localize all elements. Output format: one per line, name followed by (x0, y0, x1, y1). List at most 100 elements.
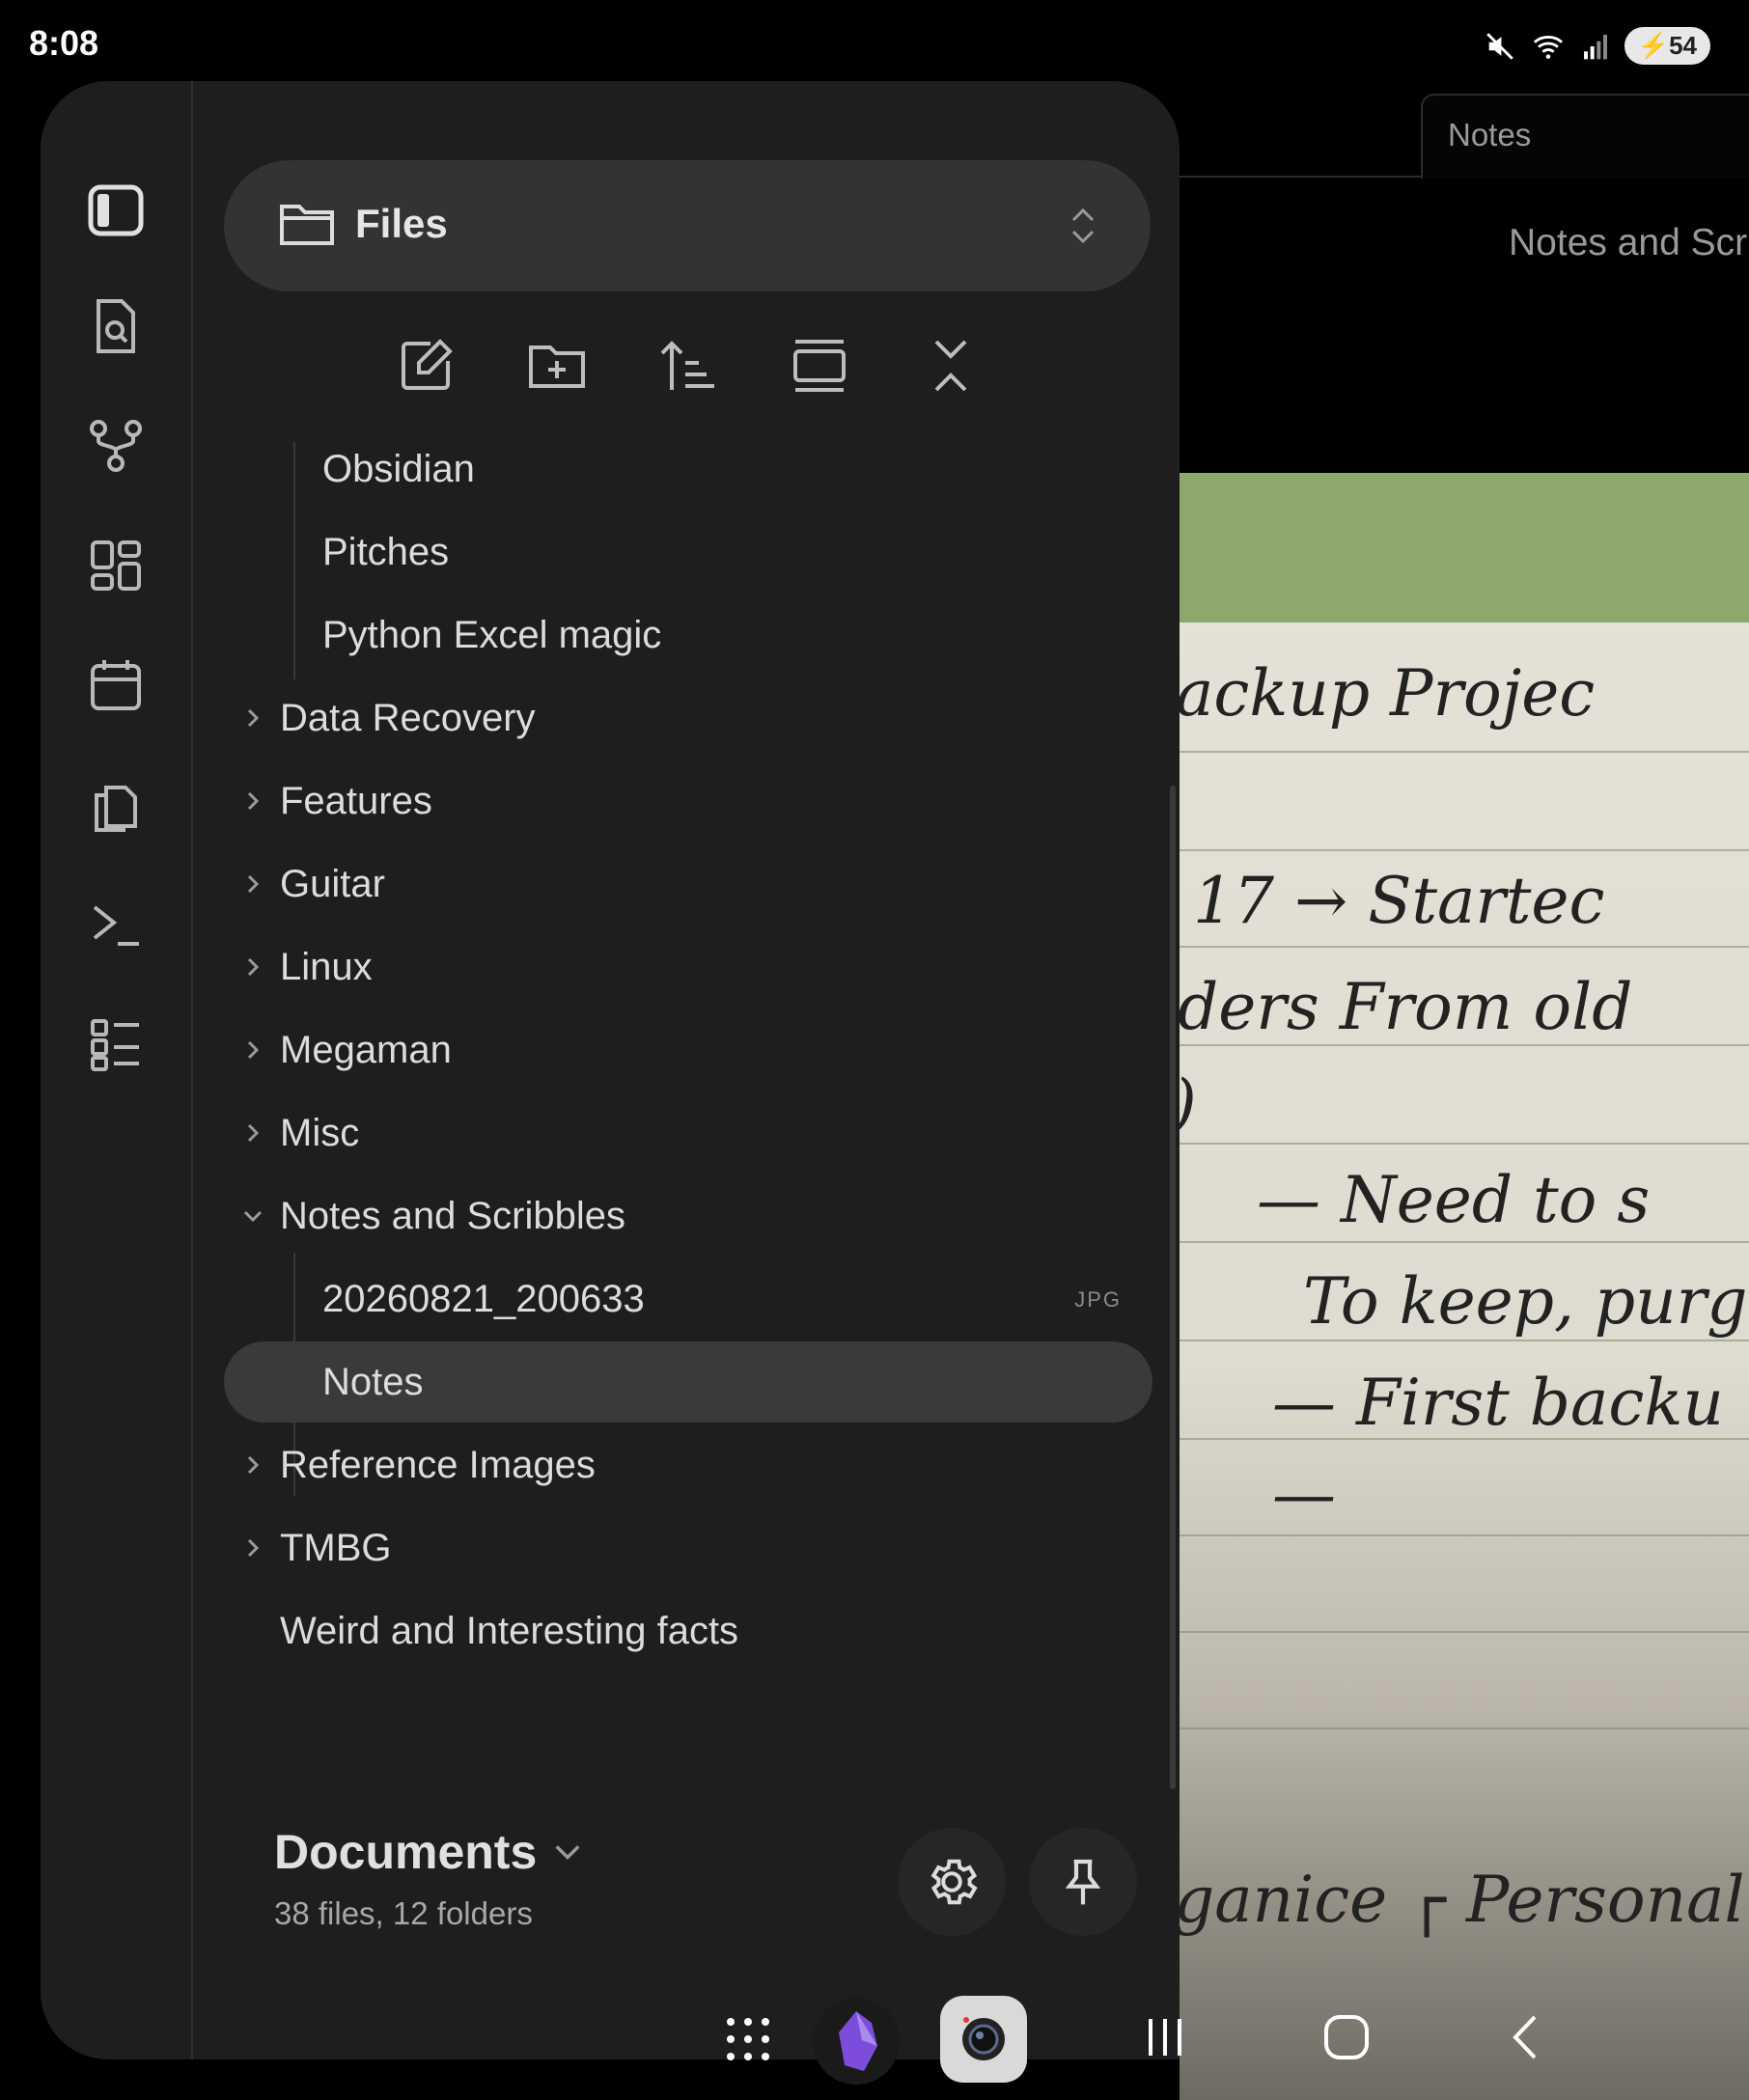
view-title: Files (355, 201, 448, 246)
tree-item-label: Data Recovery (280, 697, 536, 739)
embedded-image: ackup Projec 17 → Startec ders From old … (1180, 473, 1749, 2100)
battery-indicator: ⚡54 (1624, 27, 1710, 65)
tree-folder-megaman[interactable]: Megaman (224, 1009, 1152, 1091)
ruled-line (1180, 1727, 1749, 1729)
canvas-icon[interactable] (85, 535, 147, 596)
tree-folder-guitar[interactable]: Guitar (224, 843, 1152, 925)
battery-level: 54 (1669, 31, 1697, 60)
ruled-line (1180, 946, 1749, 948)
signal-icon (1583, 34, 1607, 59)
ruled-line (1180, 1241, 1749, 1243)
ruled-line (1180, 849, 1749, 851)
gear-icon (930, 1859, 978, 1905)
vault-name: Documents (274, 1825, 538, 1879)
home-icon[interactable] (1319, 2009, 1374, 2065)
tree-item-label: Linux (280, 946, 373, 988)
tree-item-obsidian[interactable]: Obsidian (224, 428, 1152, 510)
terminal-icon[interactable] (85, 894, 147, 955)
new-folder-icon[interactable] (527, 336, 587, 396)
handwriting-line: To keep, purg (1303, 1264, 1748, 1339)
tree-item-label: Features (280, 780, 432, 822)
ruled-line (1180, 1340, 1749, 1341)
handwriting-line: ackup Projec (1180, 656, 1596, 731)
tree-item-label: Megaman (280, 1029, 452, 1071)
handwriting-line: ders From old (1180, 970, 1633, 1044)
chevron-right-icon (247, 1040, 260, 1060)
tree-item-label: Weird and Interesting facts (280, 1610, 739, 1652)
handwriting-line: — (1272, 1457, 1336, 1532)
recents-icon[interactable] (1139, 2011, 1191, 2063)
obsidian-app-icon[interactable] (813, 1998, 900, 2085)
chevron-right-icon (247, 1123, 260, 1143)
tree-folder-misc[interactable]: Misc (224, 1092, 1152, 1174)
chevron-right-icon (247, 1538, 260, 1558)
tree-item-notes-active[interactable]: Notes (224, 1341, 1152, 1423)
tree-item-label: Pitches (322, 531, 450, 573)
camera-app-icon[interactable] (940, 1996, 1027, 2083)
chevron-right-icon (247, 791, 260, 811)
tree-folder-notes-and-scribbles[interactable]: Notes and Scribbles (224, 1175, 1152, 1257)
handwriting-line: ganice ┌ Personal (1180, 1863, 1745, 1937)
tree-item-weird-and-interesting-facts[interactable]: Weird and Interesting facts (224, 1590, 1152, 1672)
chevron-down-icon (555, 1845, 580, 1861)
tree-folder-features[interactable]: Features (224, 760, 1152, 842)
ribbon (41, 81, 193, 2059)
handwriting-line: — First backu (1272, 1366, 1724, 1440)
calendar-icon[interactable] (85, 654, 147, 716)
tree-folder-tmbg[interactable]: TMBG (224, 1507, 1152, 1589)
chevron-right-icon (247, 708, 260, 728)
chevron-right-icon (247, 957, 260, 977)
copy-icon[interactable] (85, 774, 147, 836)
mute-icon (1485, 32, 1513, 60)
wifi-icon (1533, 35, 1563, 59)
tree-item-pitches[interactable]: Pitches (224, 511, 1152, 593)
handwriting-line: — Need to s (1257, 1163, 1651, 1237)
scrollbar[interactable] (1170, 786, 1176, 1789)
sort-icon[interactable] (658, 336, 718, 396)
vault-stats: 38 files, 12 folders (274, 1895, 533, 1931)
collapse-view-icon[interactable] (790, 336, 849, 396)
pin-button[interactable] (1029, 1828, 1137, 1936)
tree-item-label: Reference Images (280, 1444, 596, 1486)
tab-notes[interactable]: Notes (1421, 94, 1749, 179)
chevron-up-down-icon (1071, 207, 1095, 244)
tab-title: Notes (1448, 117, 1532, 152)
tree-folder-reference-images[interactable]: Reference Images (224, 1424, 1152, 1506)
ruled-line (1180, 1534, 1749, 1536)
tree-item-label: Guitar (280, 863, 385, 905)
chevron-right-icon (247, 1455, 260, 1475)
tree-item-label: Notes (322, 1361, 424, 1403)
handwriting-line: 17 → Startec (1193, 864, 1605, 938)
tree-folder-data-recovery[interactable]: Data Recovery (224, 677, 1152, 759)
view-switcher[interactable]: Files (224, 160, 1151, 291)
tree-folder-linux[interactable]: Linux (224, 926, 1152, 1008)
system-navbar (0, 1986, 1749, 2100)
status-time: 8:08 (29, 23, 99, 63)
tree-item-20260821-200633[interactable]: 20260821_200633 JPG (224, 1258, 1152, 1340)
vault-switcher[interactable]: Documents (274, 1824, 585, 1880)
paper-background-top (1180, 473, 1749, 622)
tree-item-label: Misc (280, 1112, 360, 1154)
search-file-icon[interactable] (85, 295, 147, 357)
settings-button[interactable] (898, 1828, 1006, 1936)
collapse-all-icon[interactable] (921, 336, 981, 396)
chevron-right-icon (247, 874, 260, 894)
pin-icon (1065, 1859, 1101, 1905)
new-note-icon[interactable] (396, 336, 456, 396)
handwriting-line: ) (1180, 1066, 1197, 1141)
ruled-line (1180, 1044, 1749, 1046)
tree-item-label: Notes and Scribbles (280, 1195, 625, 1237)
ruled-line (1180, 1631, 1749, 1633)
ruled-line (1180, 751, 1749, 753)
graph-view-icon[interactable] (85, 415, 147, 477)
app-drawer-icon[interactable] (720, 2011, 776, 2067)
tab-strip-divider (1180, 176, 1423, 178)
sidebar-toggle-icon[interactable] (85, 180, 147, 241)
folder-icon (280, 205, 334, 245)
outline-icon[interactable] (85, 1013, 147, 1075)
status-icons: ⚡54 (1484, 27, 1710, 65)
tree-item-label: 20260821_200633 (322, 1278, 645, 1320)
chevron-down-icon (243, 1210, 263, 1223)
back-icon[interactable] (1502, 2009, 1548, 2065)
tree-item-python-excel-magic[interactable]: Python Excel magic (224, 594, 1152, 676)
